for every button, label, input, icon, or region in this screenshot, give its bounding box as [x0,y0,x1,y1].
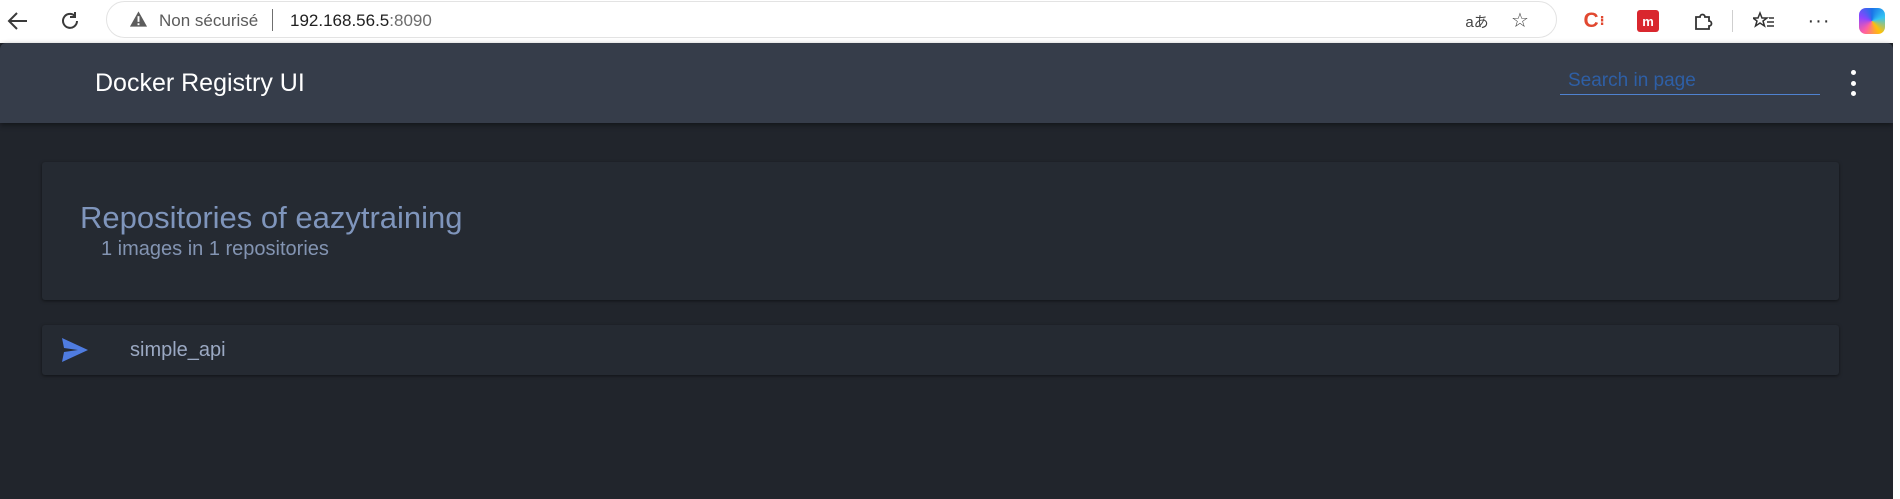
search-input[interactable] [1560,67,1820,95]
favorites-icon[interactable] [1750,7,1778,35]
extensions-puzzle-icon[interactable] [1689,7,1717,35]
address-separator [272,9,273,31]
repositories-header-card: Repositories of eazytraining 1 images in… [42,162,1839,300]
repository-summary: 1 images in 1 repositories [101,238,329,260]
extension-c-icon[interactable]: C ⁝ [1580,7,1608,35]
browser-toolbar: Non sécurisé 192.168.56.5:8090 aあ ☆ C ⁝ m… [0,0,1900,43]
security-label[interactable]: Non sécurisé [159,11,258,31]
favorite-star-icon[interactable]: ☆ [1507,8,1533,33]
read-aloud-icon[interactable]: aあ [1464,11,1490,32]
app-title[interactable]: Docker Registry UI [95,69,305,98]
copilot-icon[interactable] [1858,7,1886,35]
toolbar-divider [1732,10,1733,32]
app-header: Docker Registry UI [0,43,1893,123]
url-text[interactable]: 192.168.56.5:8090 [290,11,432,31]
repository-name[interactable]: simple_api [130,339,226,362]
back-icon[interactable] [2,5,34,37]
address-bar[interactable]: Non sécurisé 192.168.56.5:8090 aあ ☆ [106,1,1557,38]
reload-icon[interactable] [54,5,86,37]
list-item[interactable]: simple_api [42,325,1839,375]
more-options-icon[interactable]: ··· [1805,7,1833,35]
extension-mega-icon[interactable]: m [1634,7,1662,35]
warning-icon[interactable] [129,10,148,28]
window-edge [1893,43,1900,499]
send-icon [62,338,88,362]
kebab-menu-icon[interactable] [1846,70,1860,96]
page-title: Repositories of eazytraining [80,200,463,235]
